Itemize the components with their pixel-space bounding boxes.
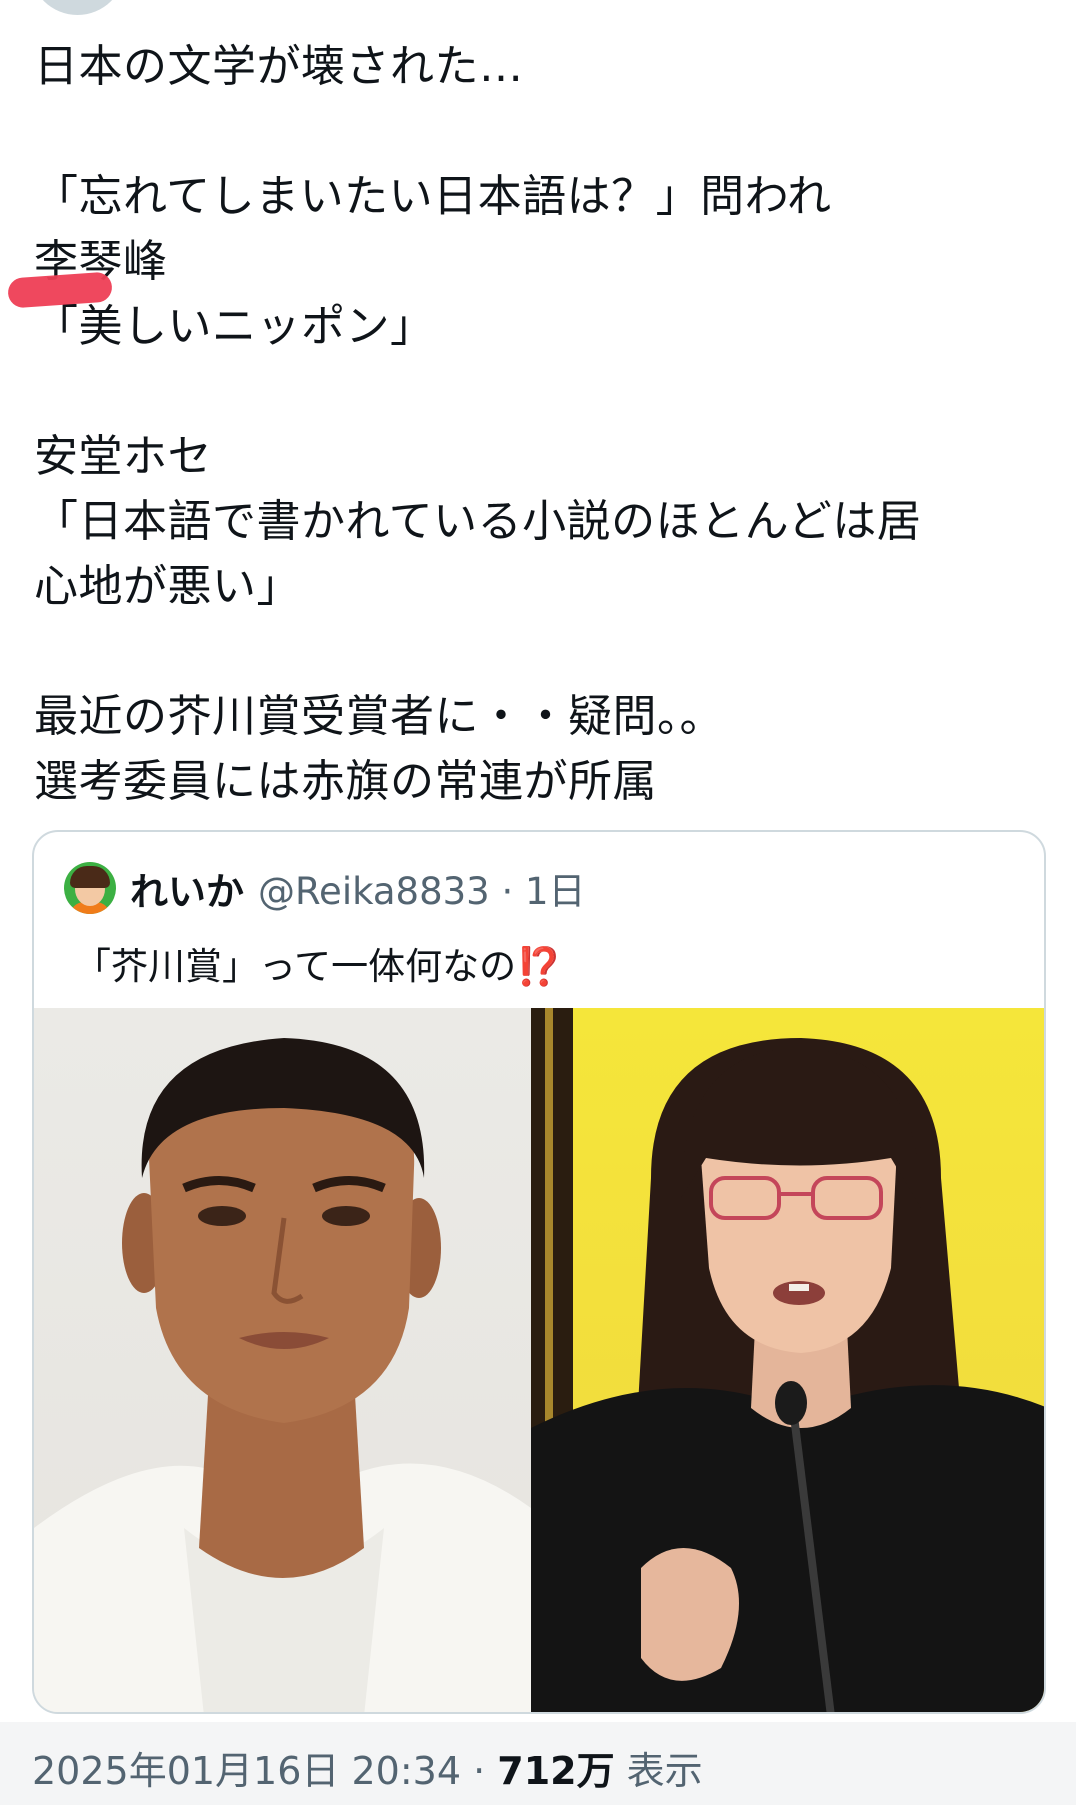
post-timestamp[interactable]: 2025年01月16日 20:34 ·	[32, 1749, 497, 1793]
portrait-photo-woman-at-microphone[interactable]	[531, 1008, 1044, 1712]
quoted-text-body: 「芥川賞」って一体何なの	[74, 945, 517, 988]
quoted-author-name[interactable]: れいか	[130, 861, 244, 916]
post-line: 選考委員には赤旗の常連が所属	[34, 756, 657, 807]
exclamation-question-emoji-icon: ⁉️	[516, 945, 563, 988]
view-count: 712万	[497, 1749, 615, 1793]
post-line: 安堂ホセ	[34, 431, 212, 482]
post-line: 「日本語で書かれている小説のほとんどは居	[34, 496, 922, 547]
woman-portrait-illustration	[531, 1008, 1044, 1712]
post-line: 日本の文学が壊された…	[34, 41, 524, 92]
author-avatar[interactable]	[30, 0, 125, 15]
post-line: 李琴峰	[34, 236, 168, 287]
post-line: 心地が悪い」	[34, 561, 301, 612]
man-portrait-illustration	[34, 1038, 531, 1712]
post-metadata: 2025年01月16日 20:34 · 712万 表示	[32, 1740, 703, 1795]
post-line: 「忘れてしまいたい日本語は？」問われ	[34, 171, 832, 222]
quoted-author-handle[interactable]: @Reika8833 · 1日	[258, 861, 586, 915]
quoted-post-header: れいか @Reika8833 · 1日	[64, 860, 586, 916]
quoted-post-card[interactable]: れいか @Reika8833 · 1日 「芥川賞」って一体何なの⁉️	[32, 830, 1046, 1714]
post-body: 日本の文学が壊された… 「忘れてしまいたい日本語は？」問われ 李琴峰 「美しいニ…	[34, 34, 1044, 814]
post-line: 最近の芥川賞受賞者に・・疑問。。	[34, 691, 724, 742]
post-line: 「美しいニッポン」	[34, 301, 435, 352]
author-handle[interactable]	[160, 0, 460, 2]
portrait-photo-man[interactable]	[34, 1008, 531, 1712]
quoted-post-text: 「芥川賞」って一体何なの⁉️	[74, 936, 562, 990]
view-label: 表示	[614, 1749, 703, 1793]
quoted-author-avatar[interactable]	[64, 862, 116, 914]
